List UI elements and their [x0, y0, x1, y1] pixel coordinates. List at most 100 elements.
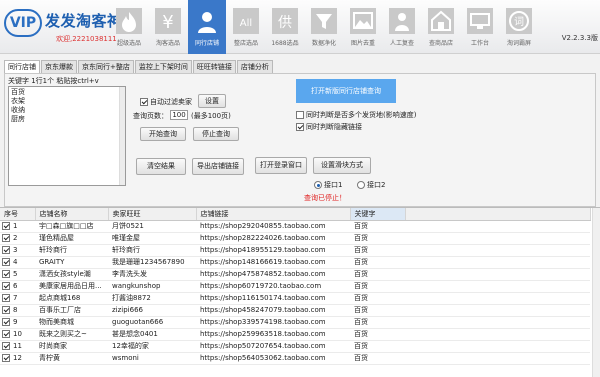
row-index: 1	[0, 220, 35, 233]
tab-peer-shop[interactable]: 同行店铺	[4, 60, 40, 73]
blank-cell	[405, 328, 590, 341]
tab-shop-analysis[interactable]: 店铺分析	[236, 60, 273, 73]
keyword-cell: 百货	[350, 304, 405, 317]
api2-option[interactable]: 接口2	[357, 180, 385, 190]
row-checkbox[interactable]	[2, 342, 10, 350]
keyword-cell: 百货	[350, 316, 405, 329]
tool-data-clean[interactable]: 数据净化	[305, 0, 343, 54]
shop-name-cell: 宇□森□旗□□店	[35, 220, 108, 233]
check-multi-ship-option[interactable]: 同时判断是否多个发货地(影响速度)	[296, 110, 416, 120]
blank-cell	[405, 220, 590, 233]
blank-cell	[405, 304, 590, 317]
fire-icon	[115, 6, 143, 36]
stop-query-button[interactable]: 停止查询	[193, 127, 239, 141]
shop-link-cell[interactable]: https://shop475874852.taobao.com	[196, 268, 350, 281]
tool-taoke-select[interactable]: ¥ 淘客选品	[149, 0, 187, 54]
shop-name-cell: 潇洒女孩style潮	[35, 268, 108, 281]
table-row[interactable]: 9 物而美商城 guoguotan666 https://shop339574198.…	[0, 316, 590, 329]
tool-1688[interactable]: 供 1688选品	[266, 0, 304, 54]
seller-cell: 我是珊珊1234567890	[108, 256, 196, 269]
row-checkbox[interactable]	[2, 318, 10, 326]
api2-radio[interactable]	[357, 181, 365, 189]
keyword-cell: 百货	[350, 244, 405, 257]
open-new-shop-query-button[interactable]: 打开新版同行店铺查询	[296, 79, 396, 103]
row-checkbox[interactable]	[2, 246, 10, 254]
row-checkbox[interactable]	[2, 258, 10, 266]
keyword-scrollbar[interactable]	[119, 87, 125, 185]
col-header-seller[interactable]: 卖家旺旺	[108, 208, 197, 221]
tool-super-select[interactable]: 超级选品	[110, 0, 148, 54]
shop-link-cell[interactable]: https://shop292040855.taobao.com	[196, 220, 350, 233]
tool-image-dedup[interactable]: 图片去重	[344, 0, 382, 54]
tool-whole-shop[interactable]: All 整店选品	[227, 0, 265, 54]
table-row[interactable]: 5 潇洒女孩style潮 李青洗头发 https://shop475874852.ta…	[0, 268, 590, 281]
table-row[interactable]: 11 时尚商家 12幸福的家 https://shop507207654.taobao…	[0, 340, 590, 353]
seller-cell: 12幸福的家	[108, 340, 196, 353]
table-row[interactable]: 7 起点商城168 打酱油8872 https://shop116150174.tao…	[0, 292, 590, 305]
col-header-index[interactable]: 序号	[0, 208, 36, 221]
worker-icon	[388, 6, 416, 36]
tool-manual-review[interactable]: 人工复查	[383, 0, 421, 54]
tool-word-screen[interactable]: 词 淘词霸屏	[500, 0, 538, 54]
table-row[interactable]: 2 瑾色精品屋 唯瑾金屋 https://shop282224026.taobao.c…	[0, 232, 590, 245]
clear-results-button[interactable]: 清空结果	[136, 158, 186, 175]
table-row[interactable]: 6 美康家居用品日用... wangkunshop https://shop60719…	[0, 280, 590, 293]
col-header-shop-name[interactable]: 店铺名称	[35, 208, 109, 221]
shop-link-cell[interactable]: https://shop564053062.taobao.com	[196, 352, 350, 365]
table-row[interactable]: 4 GRAITY 我是珊珊1234567890 https://shop1481666…	[0, 256, 590, 269]
shop-link-cell[interactable]: https://shop116150174.taobao.com	[196, 292, 350, 305]
auto-filter-option[interactable]: 自动过滤卖家	[140, 97, 192, 107]
svg-text:词: 词	[514, 16, 524, 28]
pages-input[interactable]: 100	[170, 110, 188, 120]
api1-radio[interactable]	[314, 181, 322, 189]
check-multi-ship-checkbox[interactable]	[296, 111, 304, 119]
blank-cell	[405, 244, 590, 257]
shop-link-cell[interactable]: https://shop339574198.taobao.com	[196, 316, 350, 329]
col-header-shop-link[interactable]: 店铺链接	[196, 208, 351, 221]
table-row[interactable]: 10 既来之则买之~ 甚是想念0401 https://shop259963518.t…	[0, 328, 590, 341]
seller-cell: 李青洗头发	[108, 268, 196, 281]
keyword-textarea[interactable]: 百货 衣架 收纳 厨房	[8, 86, 126, 186]
shop-link-cell[interactable]: https://shop148166619.taobao.com	[196, 256, 350, 269]
version-label: V2.2.3.3版	[561, 34, 598, 42]
table-row[interactable]: 3 轩玲商行 轩玲商行 https://shop418955129.taobao.co…	[0, 244, 590, 257]
tab-jd-peer[interactable]: 京东同行+整店	[78, 60, 134, 73]
table-row[interactable]: 1 宇□森□旗□□店 月饼0521 https://shop292040855.tao…	[0, 220, 590, 233]
row-checkbox[interactable]	[2, 270, 10, 278]
row-checkbox[interactable]	[2, 222, 10, 230]
col-header-keyword[interactable]: 关键字	[350, 208, 406, 221]
tool-peer-shop[interactable]: 同行店铺	[188, 0, 226, 54]
keyword-line: 厨房	[11, 115, 25, 123]
tab-jd-hot[interactable]: 京东爆款	[41, 60, 77, 73]
hide-link-checkbox[interactable]	[296, 123, 304, 131]
row-checkbox[interactable]	[2, 306, 10, 314]
shop-link-cell[interactable]: https://shop282224026.taobao.com	[196, 232, 350, 245]
settings-button[interactable]: 设置	[198, 94, 226, 108]
table-row[interactable]: 12 青柠黄 wsmoni https://shop564053062.taobao.…	[0, 352, 590, 365]
hide-link-option[interactable]: 同时判断隐藏链接	[296, 122, 362, 132]
tool-workbench[interactable]: 工作台	[461, 0, 499, 54]
row-checkbox[interactable]	[2, 330, 10, 338]
keyword-label: 关键字 1行1个 粘贴按ctrl+v	[8, 77, 99, 85]
shop-link-cell[interactable]: https://shop458247079.taobao.com	[196, 304, 350, 317]
slider-method-button[interactable]: 设置滑块方式	[313, 157, 371, 174]
shop-link-cell[interactable]: https://shop259963518.taobao.com	[196, 328, 350, 341]
api1-option[interactable]: 接口1	[314, 180, 342, 190]
table-row[interactable]: 8 百事乐工厂店 zizipi666 https://shop458247079.ta…	[0, 304, 590, 317]
row-index: 11	[0, 340, 35, 353]
row-checkbox[interactable]	[2, 234, 10, 242]
shop-link-cell[interactable]: https://shop418955129.taobao.com	[196, 244, 350, 257]
shop-link-cell[interactable]: https://shop60719720.taobao.com	[196, 280, 350, 293]
row-checkbox[interactable]	[2, 294, 10, 302]
row-checkbox[interactable]	[2, 354, 10, 362]
row-checkbox[interactable]	[2, 282, 10, 290]
open-login-window-button[interactable]: 打开登录窗口	[255, 157, 307, 174]
auto-filter-checkbox[interactable]	[140, 98, 148, 106]
tab-wangwang-link[interactable]: 旺旺转链接	[192, 60, 236, 73]
tab-monitor-time[interactable]: 监控上下架时间	[134, 60, 192, 73]
export-links-button[interactable]: 导出店铺链接	[192, 158, 244, 175]
table-scrollbar[interactable]	[592, 208, 600, 377]
shop-link-cell[interactable]: https://shop507207654.taobao.com	[196, 340, 350, 353]
start-query-button[interactable]: 开始查询	[140, 127, 186, 141]
tool-check-shop[interactable]: 查商品店	[422, 0, 460, 54]
